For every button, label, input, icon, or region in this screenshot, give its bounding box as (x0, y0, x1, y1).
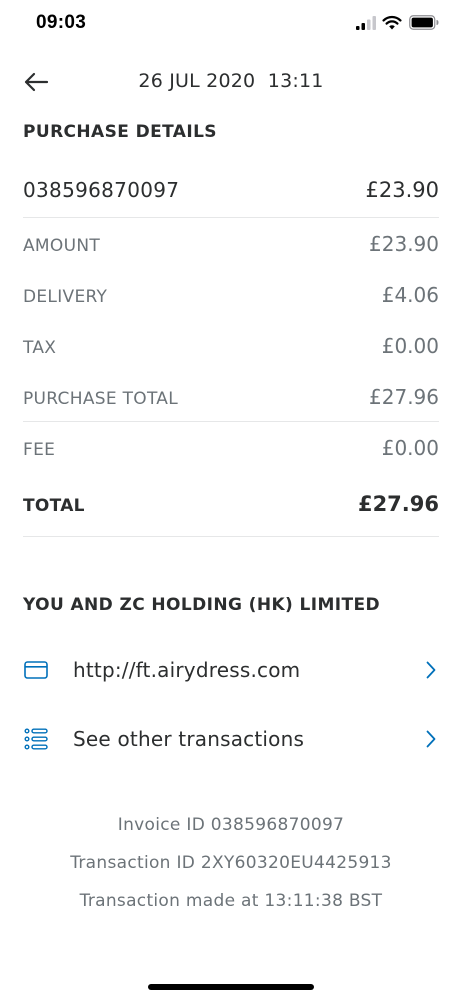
purchase-details-heading: PURCHASE DETAILS (23, 122, 217, 142)
divider (23, 217, 439, 218)
purchase-total-row: PURCHASE TOTAL £27.96 (23, 385, 439, 409)
amount-row: AMOUNT £23.90 (23, 232, 439, 256)
invoice-id-text: Invoice ID 038596870097 (117, 815, 345, 835)
total-label: TOTAL (23, 496, 85, 516)
status-bar: 09:03 (0, 0, 462, 48)
amount-label: AMOUNT (23, 236, 101, 256)
merchant-website-text: http://ft.airydress.com (73, 658, 301, 682)
list-icon (23, 726, 49, 752)
order-amount: £23.90 (365, 178, 439, 202)
total-row: TOTAL £27.96 (23, 492, 439, 516)
amount-value: £23.90 (369, 232, 439, 256)
tax-value: £0.00 (381, 334, 439, 358)
order-summary-row: 038596870097 £23.90 (23, 178, 439, 202)
delivery-value: £4.06 (381, 283, 439, 307)
cellular-signal-icon (356, 16, 376, 30)
tax-label: TAX (23, 338, 57, 358)
delivery-row: DELIVERY £4.06 (23, 283, 439, 307)
merchant-website-link[interactable]: http://ft.airydress.com (23, 648, 439, 692)
header-datetime: 26 JUL 2020 13:11 (138, 70, 324, 92)
total-value: £27.96 (357, 492, 439, 516)
transaction-time-text: Transaction made at 13:11:38 BST (79, 891, 383, 911)
wifi-icon (382, 15, 402, 30)
chevron-right-icon (423, 729, 439, 749)
divider (23, 536, 439, 537)
transaction-id-text: Transaction ID 2XY60320EU4425913 (70, 853, 392, 873)
chevron-right-icon (423, 660, 439, 680)
fee-row: FEE £0.00 (23, 436, 439, 460)
browser-window-icon (23, 657, 49, 683)
see-other-transactions-link[interactable]: See other transactions (23, 717, 439, 761)
see-other-transactions-text: See other transactions (73, 727, 305, 751)
order-id: 038596870097 (23, 178, 180, 202)
battery-icon (409, 15, 439, 30)
purchase-total-label: PURCHASE TOTAL (23, 389, 179, 409)
status-time: 09:03 (36, 12, 87, 33)
delivery-label: DELIVERY (23, 287, 108, 307)
fee-label: FEE (23, 440, 56, 460)
divider (23, 421, 439, 422)
purchase-total-value: £27.96 (369, 385, 439, 409)
home-indicator[interactable] (148, 984, 314, 990)
tax-row: TAX £0.00 (23, 334, 439, 358)
fee-value: £0.00 (381, 436, 439, 460)
merchant-heading: YOU AND ZC HOLDING (HK) LIMITED (23, 595, 381, 615)
